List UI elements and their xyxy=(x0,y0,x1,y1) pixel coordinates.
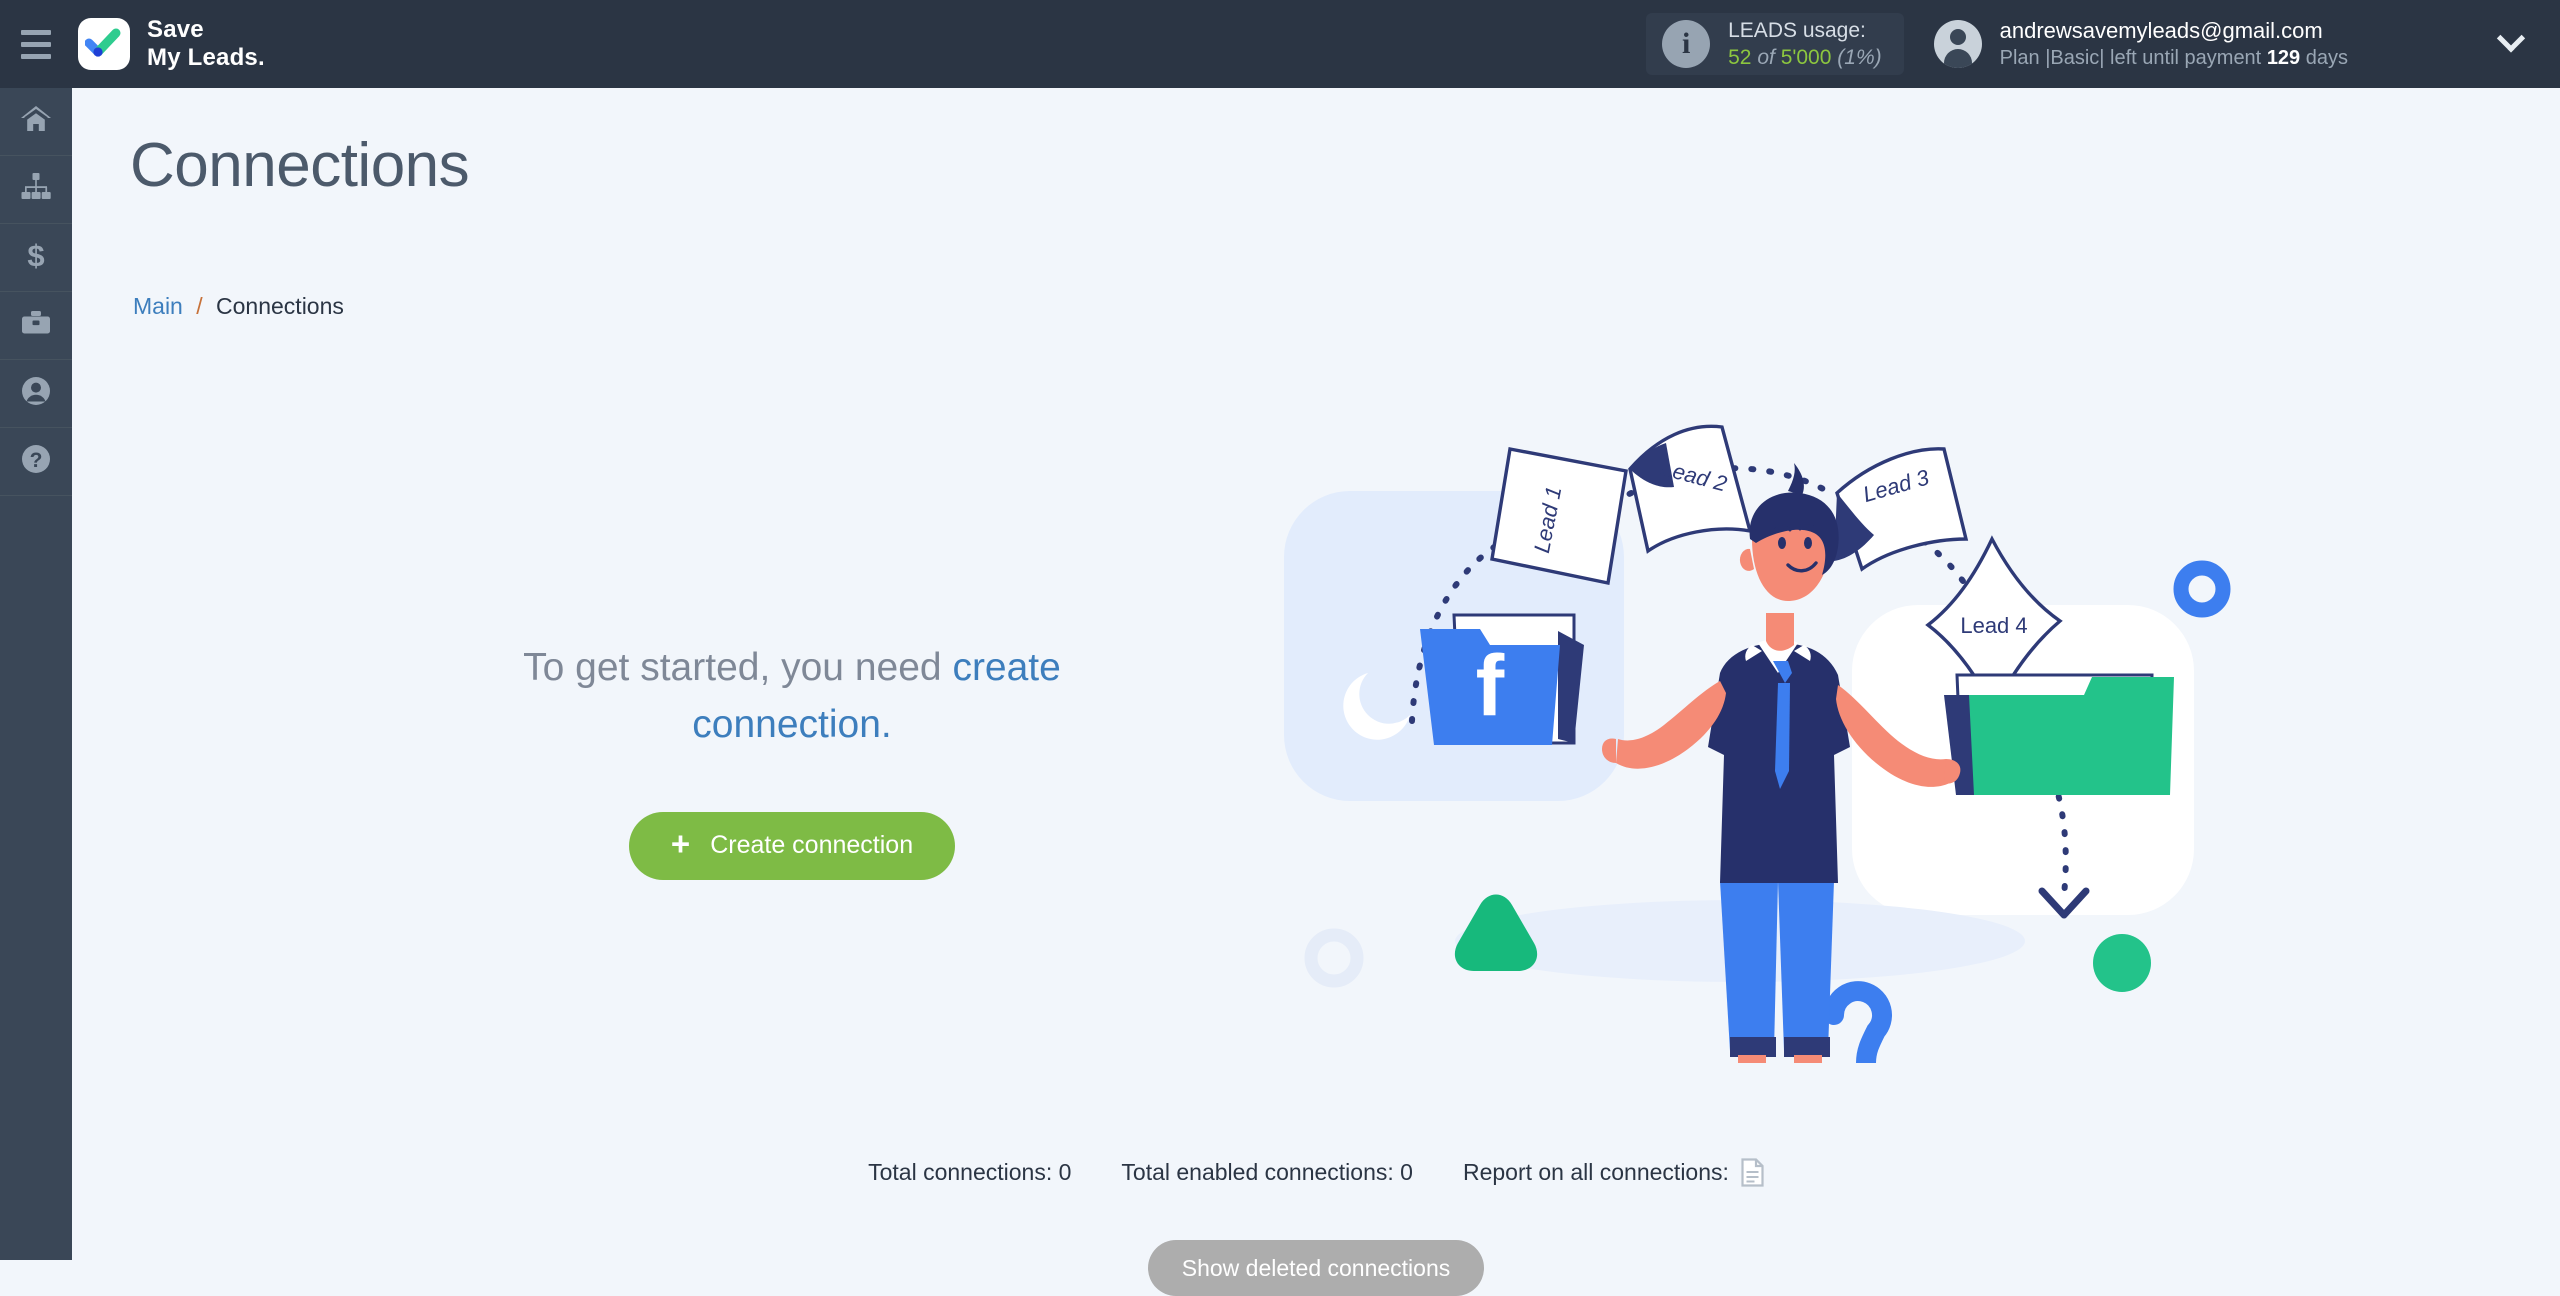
empty-state-illustration: Lead 1 Lead 2 Lead 3 Lead 4 f xyxy=(1222,343,2422,1099)
triangle-decoration xyxy=(1454,894,1538,971)
brand-name: Save My Leads. xyxy=(147,16,265,72)
sidebar-nav: $ ? xyxy=(0,88,72,1260)
brand-name-line2: My Leads. xyxy=(147,44,265,71)
lead-paper-1: Lead 1 xyxy=(1490,447,1628,586)
breadcrumb: Main / Connections xyxy=(133,293,344,320)
check-logo-icon xyxy=(78,18,130,70)
create-connection-button[interactable]: + Create connection xyxy=(628,811,956,880)
lead-paper-3: Lead 3 xyxy=(1834,447,1969,572)
svg-text:$: $ xyxy=(27,239,44,271)
account-plan-prefix: Plan |Basic| left until payment xyxy=(1999,47,2262,70)
hamburger-bar xyxy=(21,53,51,59)
stat-total-connections-value: 0 xyxy=(1058,1159,1072,1185)
hamburger-bar xyxy=(21,29,51,35)
stat-report-label: Report on all connections: xyxy=(1462,1159,1729,1185)
user-icon xyxy=(20,375,52,412)
green-dot-decoration xyxy=(2093,934,2151,992)
stat-total-enabled: Total enabled connections: 0 xyxy=(1121,1159,1413,1186)
empty-state-cta: To get started, you need create connecti… xyxy=(472,640,1112,880)
account-plan: Plan |Basic| left until payment 129 days xyxy=(2000,45,2348,71)
sidebar-item-profile[interactable] xyxy=(0,360,72,428)
usage-title: LEADS usage: xyxy=(1728,18,1866,42)
document-icon[interactable] xyxy=(1741,1158,1764,1187)
account-days-value: 129 xyxy=(2266,47,2301,70)
lead-label-4: Lead 4 xyxy=(1960,613,2027,638)
page-title: Connections xyxy=(130,131,470,200)
stat-total-connections-label: Total connections: xyxy=(868,1159,1053,1185)
facebook-folder-icon: f xyxy=(1420,613,1584,745)
cta-text-plain: To get started, you need xyxy=(523,646,953,689)
brand-logo-link[interactable]: Save My Leads. xyxy=(78,16,265,72)
breadcrumb-root[interactable]: Main xyxy=(133,293,183,319)
show-deleted-connections-button[interactable]: Show deleted connections xyxy=(1147,1240,1485,1296)
leads-usage-widget[interactable]: i LEADS usage: 52 of 5'000 (1%) xyxy=(1646,13,1904,75)
svg-text:f: f xyxy=(1476,638,1505,734)
usage-text: LEADS usage: 52 of 5'000 (1%) xyxy=(1728,17,1881,72)
sidebar-item-help[interactable]: ? xyxy=(0,428,72,496)
sidebar-item-connections[interactable] xyxy=(0,156,72,224)
svg-text:?: ? xyxy=(30,449,43,472)
dollar-icon: $ xyxy=(19,238,53,276)
info-icon: i xyxy=(1662,20,1711,68)
hamburger-icon[interactable] xyxy=(0,0,72,88)
lead-paper-2: Lead 2 xyxy=(1628,424,1753,554)
main-content: Connections Main / Connections To get st… xyxy=(72,88,2560,1296)
account-text: andrewsavemyleads@gmail.com Plan |Basic|… xyxy=(2000,16,2348,71)
user-avatar-icon xyxy=(1933,19,1982,68)
cta-text: To get started, you need create connecti… xyxy=(472,640,1112,754)
usage-of: of xyxy=(1757,46,1775,69)
hook-decoration xyxy=(1824,981,1892,1073)
stat-total-connections: Total connections: 0 xyxy=(868,1159,1071,1186)
account-menu[interactable]: andrewsavemyleads@gmail.com Plan |Basic|… xyxy=(1933,16,2348,71)
deleted-button-wrap: Show deleted connections xyxy=(72,1240,2560,1296)
breadcrumb-current: Connections xyxy=(216,293,344,319)
sitemap-icon xyxy=(19,172,53,207)
brand-name-line1: Save xyxy=(147,16,204,44)
account-email: andrewsavemyleads@gmail.com xyxy=(1999,18,2323,44)
briefcase-icon xyxy=(19,308,53,343)
sidebar-item-billing[interactable]: $ xyxy=(0,224,72,292)
connection-stats: Total connections: 0 Total enabled conne… xyxy=(72,1158,2560,1187)
usage-used: 52 xyxy=(1728,46,1752,69)
usage-limit: 5'000 xyxy=(1780,46,1832,69)
sidebar-item-services[interactable] xyxy=(0,292,72,360)
create-connection-label: Create connection xyxy=(710,831,914,860)
hamburger-bar xyxy=(21,41,51,47)
home-icon xyxy=(19,104,53,139)
chevron-down-icon[interactable] xyxy=(2498,31,2524,57)
app-header: Save My Leads. i LEADS usage: 52 of 5'00… xyxy=(0,0,2560,88)
usage-percent: (1%) xyxy=(1837,46,1882,69)
breadcrumb-separator: / xyxy=(196,293,203,319)
stat-total-enabled-label: Total enabled connections: xyxy=(1121,1159,1394,1185)
usage-value: 52 of 5'000 (1%) xyxy=(1728,44,1881,71)
blue-ring-decoration xyxy=(2173,560,2231,618)
stat-total-enabled-value: 0 xyxy=(1400,1159,1413,1185)
account-days-suffix: days xyxy=(2305,47,2348,70)
stat-report: Report on all connections: xyxy=(1463,1158,1764,1187)
header-right-group: i LEADS usage: 52 of 5'000 (1%) andrewsa… xyxy=(1646,0,2560,88)
question-circle-icon: ? xyxy=(20,443,52,480)
ring-decoration xyxy=(1304,928,1364,988)
sidebar-item-home[interactable] xyxy=(0,88,72,156)
